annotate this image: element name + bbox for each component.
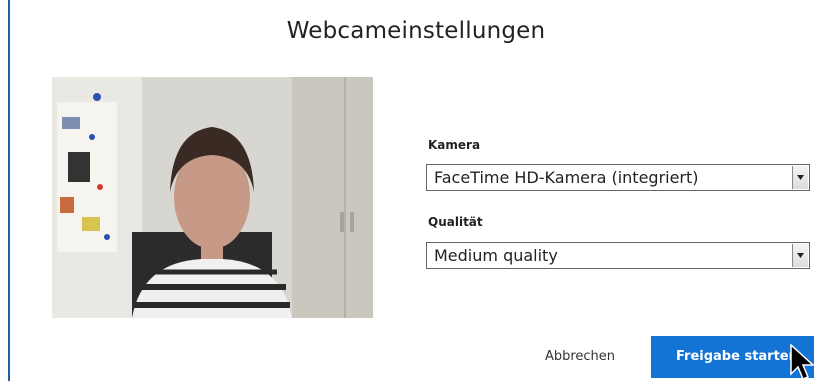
quality-select-value: Medium quality: [434, 246, 558, 265]
cancel-button[interactable]: Abbrechen: [530, 342, 630, 372]
quality-select[interactable]: Medium quality: [426, 242, 810, 269]
quality-label: Qualität: [428, 215, 483, 229]
camera-label: Kamera: [428, 138, 481, 152]
camera-select[interactable]: FaceTime HD-Kamera (integriert): [426, 164, 810, 191]
camera-select-value: FaceTime HD-Kamera (integriert): [434, 168, 699, 187]
mouse-pointer-icon: [790, 343, 814, 386]
dialog-border: [8, 0, 10, 381]
dialog-title: Webcameinstellungen: [286, 18, 546, 44]
chevron-down-icon[interactable]: [792, 244, 808, 267]
webcam-preview-image: [52, 77, 373, 318]
chevron-down-icon[interactable]: [792, 166, 808, 189]
webcam-preview: [52, 77, 373, 318]
